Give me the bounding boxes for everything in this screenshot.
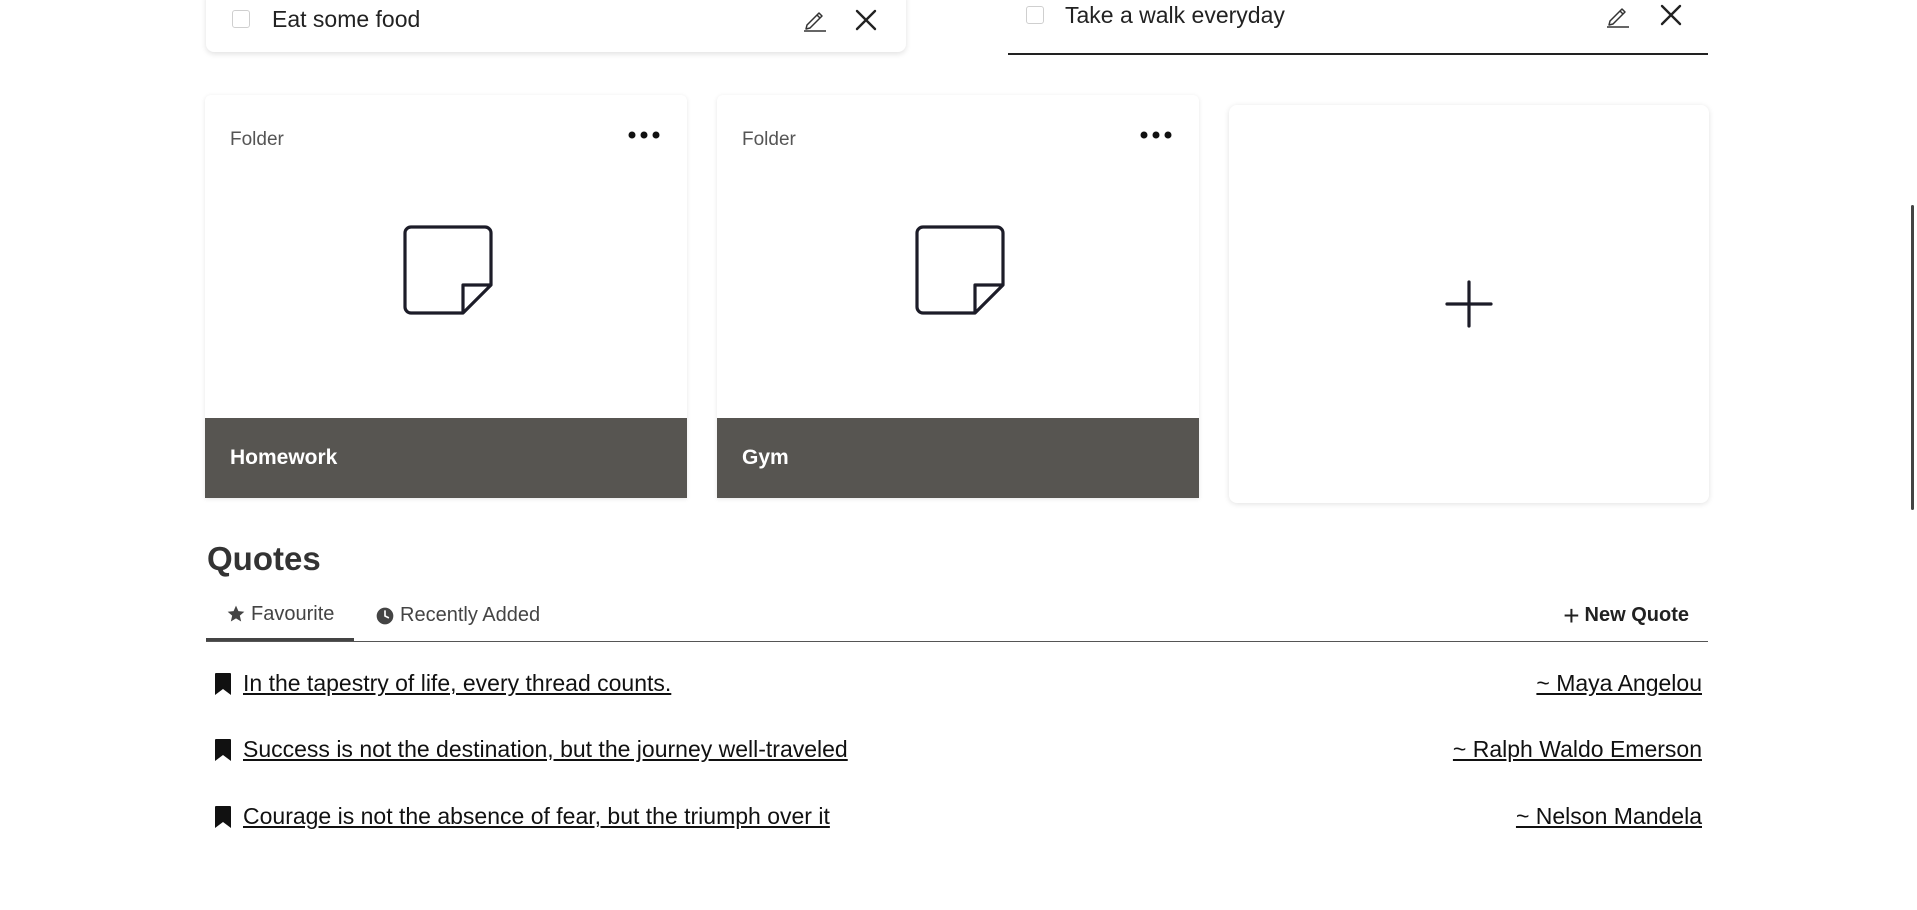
tab-favourite[interactable]: Favourite <box>206 590 355 641</box>
quote-text-link[interactable]: In the tapestry of life, every thread co… <box>243 670 671 697</box>
task-checkbox[interactable] <box>1026 6 1044 24</box>
quote-item: Success is not the destination, but the … <box>214 734 1702 770</box>
bookmark-icon[interactable] <box>214 672 232 696</box>
star-icon <box>227 605 245 622</box>
task-checkbox[interactable] <box>232 10 250 28</box>
page: Eat some food Take a walk everyday Folde… <box>0 0 1917 910</box>
folder-name: Gym <box>742 446 789 469</box>
folder-label: Folder <box>742 129 796 150</box>
more-horizontal-icon <box>628 131 660 139</box>
quotes-tabs: Favourite Recently Added + New Quote <box>206 590 1708 642</box>
add-folder-button[interactable] <box>1229 105 1709 503</box>
quote-text-link[interactable]: Courage is not the absence of fear, but … <box>243 803 830 830</box>
folder-menu-button[interactable] <box>1138 125 1174 145</box>
quote-author-link[interactable]: ~ Maya Angelou <box>1536 670 1702 697</box>
clock-icon <box>376 607 394 624</box>
pencil-icon <box>1607 8 1629 28</box>
plus-icon: + <box>1563 599 1580 631</box>
task-text: Take a walk everyday <box>1065 2 1285 28</box>
quote-text-link[interactable]: Success is not the destination, but the … <box>243 736 848 763</box>
edit-button[interactable] <box>1603 0 1633 30</box>
quotes-title: Quotes <box>207 540 321 577</box>
tab-label: Recently Added <box>400 604 541 626</box>
task-item: Take a walk everyday <box>1008 0 1708 55</box>
tab-recently-added[interactable]: Recently Added <box>375 590 540 641</box>
sticky-note-icon <box>915 225 1005 315</box>
task-text: Eat some food <box>272 6 421 32</box>
quote-item: In the tapestry of life, every thread co… <box>214 668 1702 704</box>
pencil-icon <box>804 12 826 32</box>
folder-footer: Gym <box>717 418 1199 498</box>
bookmark-icon[interactable] <box>214 805 232 829</box>
folder-card-homework[interactable]: Folder Homework <box>205 95 687 498</box>
new-quote-label: New Quote <box>1584 604 1689 626</box>
folder-footer: Homework <box>205 418 687 498</box>
delete-button[interactable] <box>851 5 881 35</box>
quote-author-link[interactable]: ~ Ralph Waldo Emerson <box>1453 736 1702 763</box>
folder-name: Homework <box>230 446 338 469</box>
close-icon <box>855 9 877 31</box>
folder-label: Folder <box>230 129 284 150</box>
close-icon <box>1660 4 1682 26</box>
edit-button[interactable] <box>800 4 830 34</box>
delete-button[interactable] <box>1656 0 1686 30</box>
new-quote-button[interactable]: + New Quote <box>1563 590 1689 641</box>
task-item: Eat some food <box>206 0 906 52</box>
plus-icon <box>1445 280 1493 328</box>
bookmark-icon[interactable] <box>214 738 232 762</box>
scrollbar-thumb[interactable] <box>1911 205 1914 510</box>
quote-item: Courage is not the absence of fear, but … <box>214 801 1702 837</box>
tab-label: Favourite <box>251 602 335 625</box>
sticky-note-icon <box>403 225 493 315</box>
quote-author-link[interactable]: ~ Nelson Mandela <box>1516 803 1702 830</box>
folder-card-gym[interactable]: Folder Gym <box>717 95 1199 498</box>
more-horizontal-icon <box>1140 131 1172 139</box>
folder-menu-button[interactable] <box>626 125 662 145</box>
